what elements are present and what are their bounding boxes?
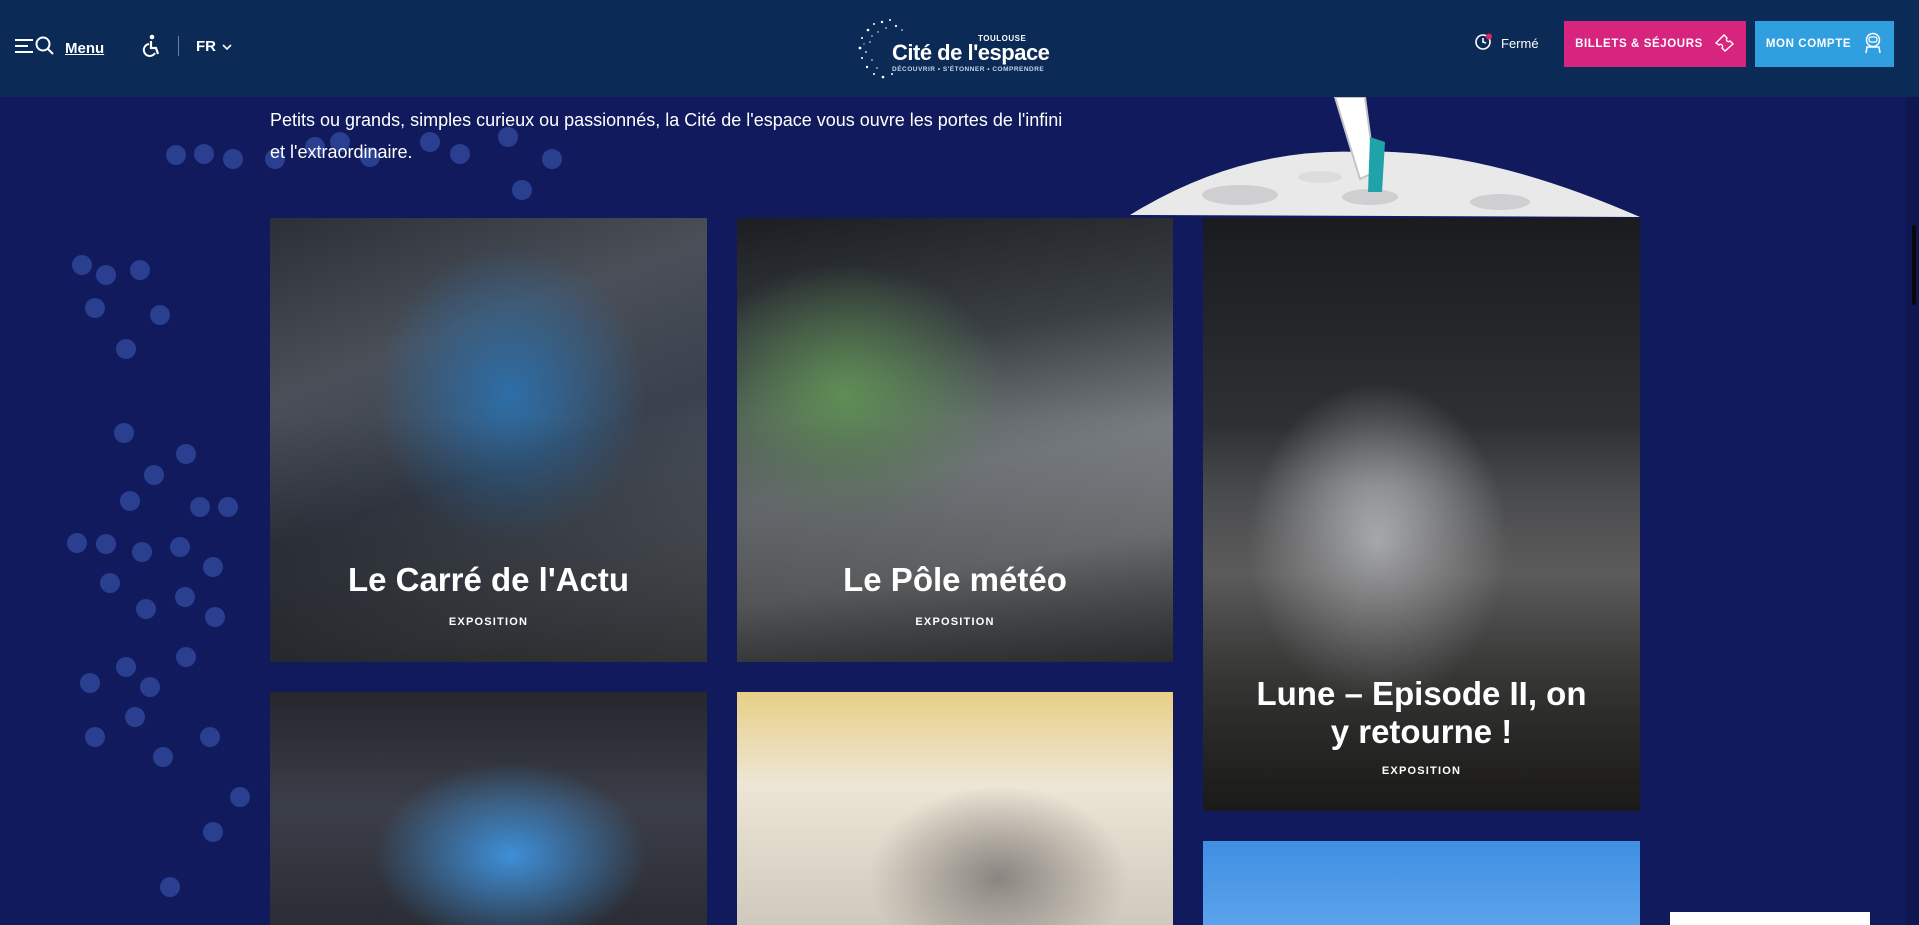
tickets-label: BILLETS & SÉJOURS (1575, 38, 1703, 50)
card-overlay (1203, 484, 1640, 811)
account-label: MON COMPTE (1765, 38, 1852, 50)
logo-name: Cité de l'espace (892, 40, 1050, 65)
card-tag: EXPOSITION (448, 616, 529, 628)
intro-text: Petits ou grands, simples curieux ou pas… (270, 110, 1063, 162)
card-carre-actu[interactable]: Le Carré de l'Actu EXPOSITION (270, 218, 707, 662)
divider (178, 36, 179, 56)
logo-tagline: DÉCOUVRIR • S'ÉTONNER • COMPRENDRE (892, 66, 1045, 73)
tickets-button[interactable]: BILLETS & SÉJOURS (1564, 21, 1746, 67)
card-image-4[interactable] (270, 692, 707, 925)
site-header: Menu FR TOULOUSE Cité de l'espace DÉCOUV… (0, 0, 1919, 97)
opening-status[interactable]: Fermé (1475, 33, 1539, 54)
status-label: Fermé (1501, 36, 1539, 51)
clock-icon (1475, 33, 1493, 54)
menu-icon (15, 38, 35, 59)
moon-illustration (1130, 97, 1640, 217)
card-tag: EXPOSITION (915, 616, 995, 628)
language-selector[interactable]: FR (196, 38, 232, 55)
account-button[interactable]: MON COMPTE (1755, 21, 1894, 67)
card-lune-episode-2[interactable]: Lune – Episode II, on y retourne ! EXPOS… (1203, 218, 1640, 811)
astronaut-icon (1863, 32, 1883, 57)
accessibility-icon[interactable] (142, 34, 162, 63)
floating-widget[interactable] (1670, 912, 1870, 925)
menu-label: Menu (65, 40, 105, 57)
card-title: Lune – Episode II, on y retourne ! (1256, 675, 1587, 750)
chevron-down-icon (222, 38, 232, 55)
scrollbar-thumb[interactable] (1912, 225, 1916, 305)
card-image-5[interactable] (737, 692, 1173, 925)
menu-button[interactable]: Menu (15, 36, 104, 61)
scrollbar-track[interactable] (1906, 0, 1919, 925)
card-tag: EXPOSITION (1381, 765, 1462, 777)
card-title: Le Carré de l'Actu (347, 561, 630, 598)
card-title: Le Pôle météo (843, 561, 1067, 598)
search-icon (35, 36, 55, 61)
site-logo[interactable]: TOULOUSE Cité de l'espace DÉCOUVRIR • S'… (852, 14, 1056, 84)
language-label: FR (196, 38, 216, 55)
card-image-6[interactable] (1203, 841, 1640, 925)
card-pole-meteo[interactable]: Le Pôle météo EXPOSITION (737, 218, 1173, 662)
ticket-icon (1713, 33, 1735, 55)
